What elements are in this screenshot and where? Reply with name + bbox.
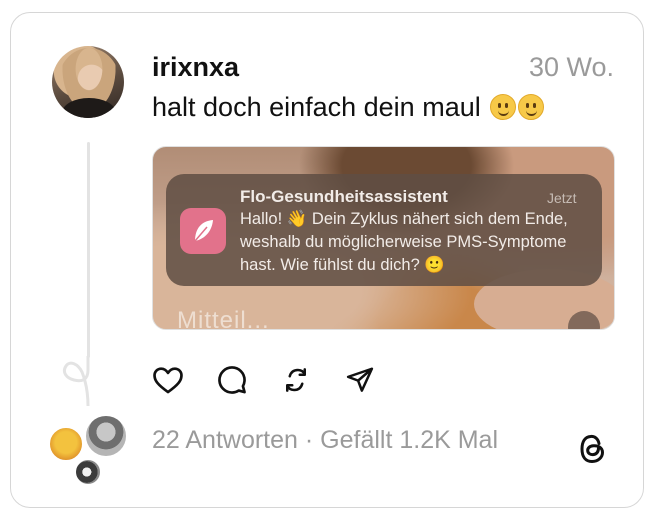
notification-app-name: Flo-Gesundheitsassistent <box>240 187 448 206</box>
thread-connector-line <box>87 142 90 358</box>
notification-body: Hallo! 👋 Dein Zyklus nähert sich dem End… <box>240 210 568 274</box>
thread-loop-icon <box>62 356 90 406</box>
comment-icon[interactable] <box>214 362 250 398</box>
post-text: halt doch einfach dein maul <box>152 92 481 122</box>
author-username[interactable]: irixnxa <box>152 52 239 83</box>
media-caption-partial: Mitteil... <box>177 307 270 330</box>
slightly-smiling-face-emoji <box>490 94 517 120</box>
post-stats[interactable]: 22 Antworten · Gefällt 1.2K Mal <box>152 426 498 455</box>
avatar <box>48 426 84 462</box>
author-avatar[interactable] <box>52 46 124 118</box>
reply-avatars <box>46 414 130 488</box>
heart-icon[interactable] <box>150 362 186 398</box>
send-icon[interactable] <box>342 362 378 398</box>
repost-icon[interactable] <box>278 362 314 398</box>
post-text-line: halt doch einfach dein maul <box>152 92 545 123</box>
slightly-smiling-face-emoji <box>518 94 545 120</box>
post-timestamp: 30 Wo. <box>528 52 614 82</box>
threads-logo-icon[interactable] <box>578 432 608 466</box>
avatar <box>74 458 102 486</box>
flo-feather-icon <box>180 208 226 254</box>
notification-time: Jetzt <box>547 190 577 206</box>
avatar <box>84 414 128 458</box>
